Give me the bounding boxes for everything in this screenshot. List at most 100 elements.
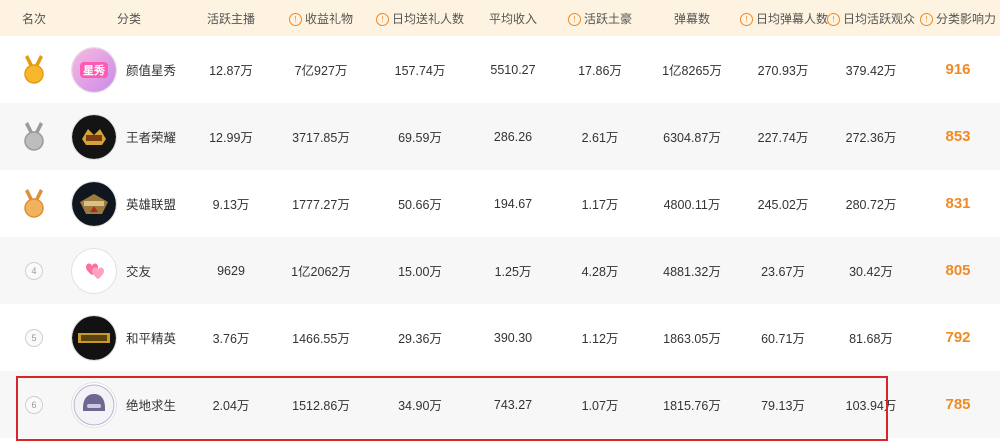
ranking-row[interactable]: 英雄联盟 9.13万 1777.27万 50.66万 194.67 1.17万 4800.1…	[0, 170, 1000, 237]
category-cell[interactable]: 交友	[68, 237, 190, 304]
column-header-4[interactable]: ! 日均送礼人数	[370, 0, 470, 36]
influence-score: 916	[945, 61, 971, 78]
category-name[interactable]: 绝地求生	[126, 395, 176, 414]
gold-medal-icon	[22, 54, 46, 85]
avg-income-cell: 390.30	[493, 330, 533, 345]
info-icon[interactable]: !	[740, 12, 753, 26]
category-cell[interactable]: 王者荣耀	[68, 103, 190, 170]
daily-gifters-cell: 50.66万	[398, 198, 442, 212]
category-name[interactable]: 英雄联盟	[126, 194, 176, 213]
daily-active-viewers-cell: 30.42万	[849, 265, 893, 279]
peace-elite-logo-icon[interactable]	[72, 315, 116, 360]
active-anchors-cell: 2.04万	[212, 399, 250, 413]
column-header-1: 分类	[68, 0, 190, 36]
rank-number: 5	[25, 328, 43, 347]
category-cell[interactable]: 和平精英	[68, 304, 190, 371]
daily-danmaku-users-cell: 270.93万	[757, 64, 809, 78]
active-big-spenders-cell: 4.28万	[581, 265, 619, 279]
hearts-logo-icon[interactable]	[72, 248, 116, 293]
daily-danmaku-users-cell: 245.02万	[757, 198, 809, 212]
influence-cell: 853	[916, 103, 1000, 170]
influence-score: 853	[945, 128, 971, 145]
ranking-row[interactable]: 王者荣耀 12.99万 3717.85万 69.59万 286.26 2.61万 6304.…	[0, 103, 1000, 170]
avg-income-cell: 5510.27	[490, 62, 536, 77]
column-header-2: 活跃主播	[190, 0, 272, 36]
gift-income-cell: 1亿2062万	[291, 265, 351, 279]
column-header-label: 弹幕数	[673, 11, 710, 26]
honor-of-kings-logo-icon[interactable]	[72, 114, 116, 159]
column-header-8[interactable]: ! 日均弹幕人数	[740, 0, 828, 36]
ranking-row[interactable]: 4 交友 9629 1亿2062万 15.00万 1.25万 4.28万 4881.32万 23…	[0, 237, 1000, 304]
daily-danmaku-users-cell: 227.74万	[757, 131, 809, 145]
danmaku-cell: 1亿8265万	[662, 64, 722, 78]
category-wrap: 和平精英	[68, 315, 190, 360]
active-big-spenders-cell: 17.86万	[578, 64, 622, 78]
pubg-helmet-logo-icon[interactable]	[72, 382, 116, 427]
category-cell[interactable]: 绝地求生	[68, 371, 190, 438]
category-cell[interactable]: 星秀 颜值星秀	[68, 36, 190, 103]
column-header-7: 弹幕数	[644, 0, 740, 36]
column-header-label: 活跃主播	[206, 11, 255, 26]
influence-score: 785	[945, 396, 971, 413]
category-wrap: 交友	[68, 248, 190, 293]
avg-income-cell: 1.25万	[494, 265, 532, 279]
category-name[interactable]: 颜值星秀	[126, 60, 176, 79]
table-header-row: 名次 分类 活跃主播! 收益礼物! 日均送礼人数 平均收入! 活跃土豪 弹幕数! 日均弹幕人数!…	[0, 0, 1000, 36]
column-header-label: 收益礼物	[304, 11, 353, 26]
logo-text: 星秀	[83, 64, 105, 77]
influence-cell: 805	[916, 237, 1000, 304]
category-cell[interactable]: 英雄联盟	[68, 170, 190, 237]
column-header-3[interactable]: ! 收益礼物	[272, 0, 370, 36]
column-header-label: 平均收入	[488, 11, 537, 26]
category-ranking-page: 名次 分类 活跃主播! 收益礼物! 日均送礼人数 平均收入! 活跃土豪 弹幕数! 日均弹幕人数!…	[0, 0, 1000, 444]
ranking-row[interactable]: 5 和平精英 3.76万 1466.55万 29.36万 390.30 1.12万 1863.…	[0, 304, 1000, 371]
category-name[interactable]: 和平精英	[126, 328, 176, 347]
yanzhi-xingxiu-logo-icon[interactable]: 星秀	[72, 47, 116, 92]
league-of-legends-logo-icon[interactable]	[72, 181, 116, 226]
active-big-spenders-cell: 2.61万	[581, 131, 619, 145]
column-header-label: 分类影响力	[935, 11, 996, 26]
info-icon[interactable]: !	[567, 12, 581, 26]
active-anchors-cell: 9629	[217, 263, 245, 278]
daily-active-viewers-cell: 81.68万	[849, 332, 893, 346]
rank-cell: 4	[0, 237, 68, 304]
influence-score: 831	[945, 195, 971, 212]
category-ranking-table: 名次 分类 活跃主播! 收益礼物! 日均送礼人数 平均收入! 活跃土豪 弹幕数! 日均弹幕人数!…	[0, 0, 1000, 438]
column-header-label: 日均送礼人数	[391, 11, 464, 26]
info-icon[interactable]: !	[375, 12, 389, 26]
category-name[interactable]: 王者荣耀	[126, 127, 176, 146]
info-icon[interactable]: !	[288, 12, 302, 26]
category-wrap: 星秀 颜值星秀	[68, 47, 190, 92]
daily-gifters-cell: 15.00万	[398, 265, 442, 279]
rank-cell	[0, 103, 68, 170]
gift-income-cell: 7亿927万	[294, 64, 348, 78]
active-anchors-cell: 3.76万	[212, 332, 250, 346]
gift-income-cell: 1777.27万	[292, 198, 350, 212]
active-anchors-cell: 12.99万	[209, 131, 253, 145]
daily-danmaku-users-cell: 23.67万	[761, 265, 805, 279]
category-wrap: 王者荣耀	[68, 114, 190, 159]
info-icon[interactable]: !	[826, 12, 840, 26]
info-icon[interactable]: !	[919, 12, 933, 26]
ranking-row[interactable]: 6 绝地求生 2.04万 1512.86万 34.90万 743.27 1.07万 1815.…	[0, 371, 1000, 438]
rank-number: 4	[25, 261, 43, 280]
column-header-label: 日均活跃观众	[842, 11, 915, 26]
column-header-0: 名次	[0, 0, 68, 36]
active-big-spenders-cell: 1.07万	[581, 399, 619, 413]
avg-income-cell: 286.26	[493, 129, 533, 144]
column-header-10[interactable]: ! 分类影响力	[916, 0, 1000, 36]
gift-income-cell: 3717.85万	[292, 131, 350, 145]
influence-cell: 792	[916, 304, 1000, 371]
column-header-label: 活跃土豪	[583, 11, 632, 26]
daily-gifters-cell: 29.36万	[398, 332, 442, 346]
column-header-6[interactable]: ! 活跃土豪	[556, 0, 644, 36]
danmaku-cell: 1863.05万	[663, 332, 721, 346]
ranking-row[interactable]: 星秀 颜值星秀 12.87万 7亿927万 157.74万 5510.27 17.86万 1亿…	[0, 36, 1000, 103]
daily-active-viewers-cell: 280.72万	[845, 198, 897, 212]
column-header-5: 平均收入	[470, 0, 556, 36]
category-name[interactable]: 交友	[126, 261, 151, 280]
influence-cell: 785	[916, 371, 1000, 438]
influence-cell: 916	[916, 36, 1000, 103]
column-header-9[interactable]: ! 日均活跃观众	[826, 0, 916, 36]
table-body: 星秀 颜值星秀 12.87万 7亿927万 157.74万 5510.27 17.86万 1亿…	[0, 36, 1000, 438]
